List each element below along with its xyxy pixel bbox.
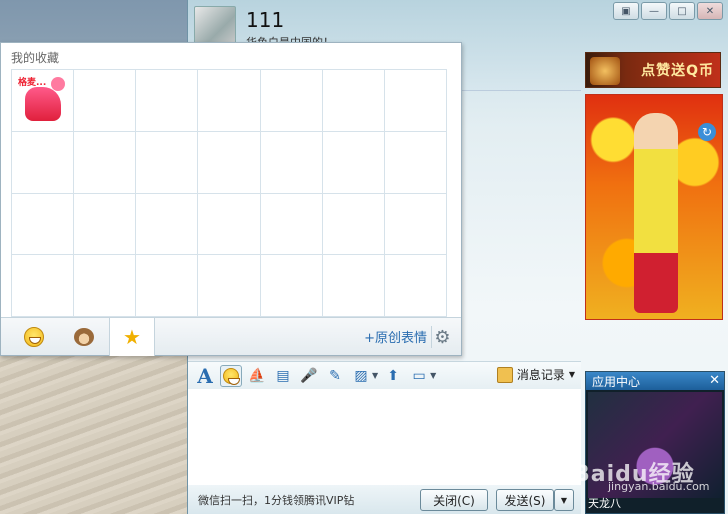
- promo-tip[interactable]: 微信扫一扫，1分钱领腾讯VIP钻: [198, 492, 354, 508]
- history-icon: [496, 366, 513, 383]
- send-options-button[interactable]: ▼: [554, 489, 574, 511]
- input-toolbar: A ⛵ ▤ 🎤 ✎ ▨ ▼ ⬆ ▭ ▼ 消息记录 ▼: [188, 361, 581, 389]
- game-logo-icon: [590, 57, 620, 85]
- favorite-cell[interactable]: [198, 255, 261, 317]
- favorite-cell[interactable]: [198, 131, 261, 194]
- doodle-icon[interactable]: ✎: [324, 365, 346, 387]
- favorite-cell[interactable]: [322, 255, 385, 317]
- favorite-cell[interactable]: [322, 70, 385, 132]
- favorite-cell[interactable]: [260, 193, 323, 256]
- sticker-image[interactable]: 格麦...: [15, 73, 71, 125]
- create-emoji-link[interactable]: +原创表情: [364, 327, 427, 346]
- window-controls: ▣ — □ ✕: [613, 2, 723, 20]
- favorite-cell[interactable]: [74, 70, 137, 132]
- voice-icon[interactable]: 🎤: [298, 365, 320, 387]
- gear-icon[interactable]: ⚙: [431, 326, 453, 348]
- message-history-button[interactable]: 消息记录 ▼: [496, 366, 575, 383]
- contact-name[interactable]: 111: [246, 8, 284, 32]
- favorite-cell[interactable]: [74, 193, 137, 256]
- favorite-cell[interactable]: [384, 131, 447, 194]
- sticker-ear: [51, 77, 65, 91]
- emoji-tabs: ★ +原创表情 ⚙: [1, 317, 461, 356]
- chevron-down-icon[interactable]: ▼: [372, 371, 378, 380]
- favorite-cell[interactable]: [198, 193, 261, 256]
- favorite-cell[interactable]: [322, 193, 385, 256]
- send-button[interactable]: 发送(S): [496, 489, 554, 511]
- favorite-cell[interactable]: [260, 131, 323, 194]
- favorite-cell[interactable]: [74, 255, 137, 317]
- favorites-grid: 格麦...: [11, 69, 447, 317]
- skin-button[interactable]: ▣: [613, 2, 639, 20]
- tab-animal-emoji[interactable]: [61, 318, 107, 356]
- favorite-cell[interactable]: [74, 131, 137, 194]
- favorite-cell[interactable]: 格麦...: [12, 70, 75, 132]
- favorite-cell[interactable]: [260, 70, 323, 132]
- video-icon[interactable]: ▤: [272, 365, 294, 387]
- watermark-url: jingyan.baidu.com: [608, 480, 710, 493]
- tab-default-emoji[interactable]: [11, 318, 57, 356]
- message-input[interactable]: [188, 389, 581, 485]
- app-center-title: 应用中心: [586, 372, 724, 390]
- favorites-title: 我的收藏: [11, 51, 60, 65]
- avatar-figure: [634, 113, 678, 313]
- smiley-icon: [24, 327, 44, 347]
- chevron-down-icon: ▼: [568, 370, 575, 379]
- screen-icon[interactable]: ▭: [408, 365, 430, 387]
- star-icon: ★: [123, 325, 141, 349]
- favorite-cell[interactable]: [322, 131, 385, 194]
- favorite-cell[interactable]: [136, 255, 199, 317]
- favorite-cell[interactable]: [136, 193, 199, 256]
- shake-icon[interactable]: ⛵: [246, 365, 268, 387]
- favorite-cell[interactable]: [384, 255, 447, 317]
- sticker-body: [25, 87, 61, 121]
- ad-banner[interactable]: 点赞送Q币: [585, 52, 721, 88]
- favorite-cell[interactable]: [12, 131, 75, 194]
- close-icon[interactable]: ✕: [709, 373, 720, 388]
- favorite-cell[interactable]: [260, 255, 323, 317]
- favorite-cell[interactable]: [136, 131, 199, 194]
- show-avatar-ad[interactable]: ↻: [585, 94, 723, 320]
- desktop-sand: [0, 340, 190, 514]
- close-window-button[interactable]: ✕: [697, 2, 723, 20]
- monkey-icon: [74, 328, 94, 346]
- tab-favorites[interactable]: ★: [109, 318, 155, 356]
- favorites-popup: 我的收藏 格麦... ★ +原创表情 ⚙: [0, 42, 462, 356]
- favorite-cell[interactable]: [384, 70, 447, 132]
- image-icon[interactable]: ▨: [350, 365, 372, 387]
- history-label: 消息记录: [516, 368, 565, 382]
- refresh-icon[interactable]: ↻: [698, 123, 716, 141]
- gift-icon[interactable]: ⬆: [382, 365, 404, 387]
- close-button[interactable]: 关闭(C): [420, 489, 488, 511]
- ad-banner-text: 点赞送Q币: [641, 63, 714, 79]
- smiley-icon: [223, 367, 240, 385]
- font-button[interactable]: A: [194, 364, 216, 388]
- emoji-button[interactable]: [220, 364, 242, 387]
- chevron-down-icon[interactable]: ▼: [430, 371, 436, 380]
- favorite-cell[interactable]: [384, 193, 447, 256]
- maximize-button[interactable]: □: [669, 2, 695, 20]
- favorite-cell[interactable]: [12, 193, 75, 256]
- favorite-cell[interactable]: [136, 70, 199, 132]
- game-caption: 天龙八: [588, 497, 621, 510]
- favorite-cell[interactable]: [12, 255, 75, 317]
- minimize-button[interactable]: —: [641, 2, 667, 20]
- favorite-cell[interactable]: [198, 70, 261, 132]
